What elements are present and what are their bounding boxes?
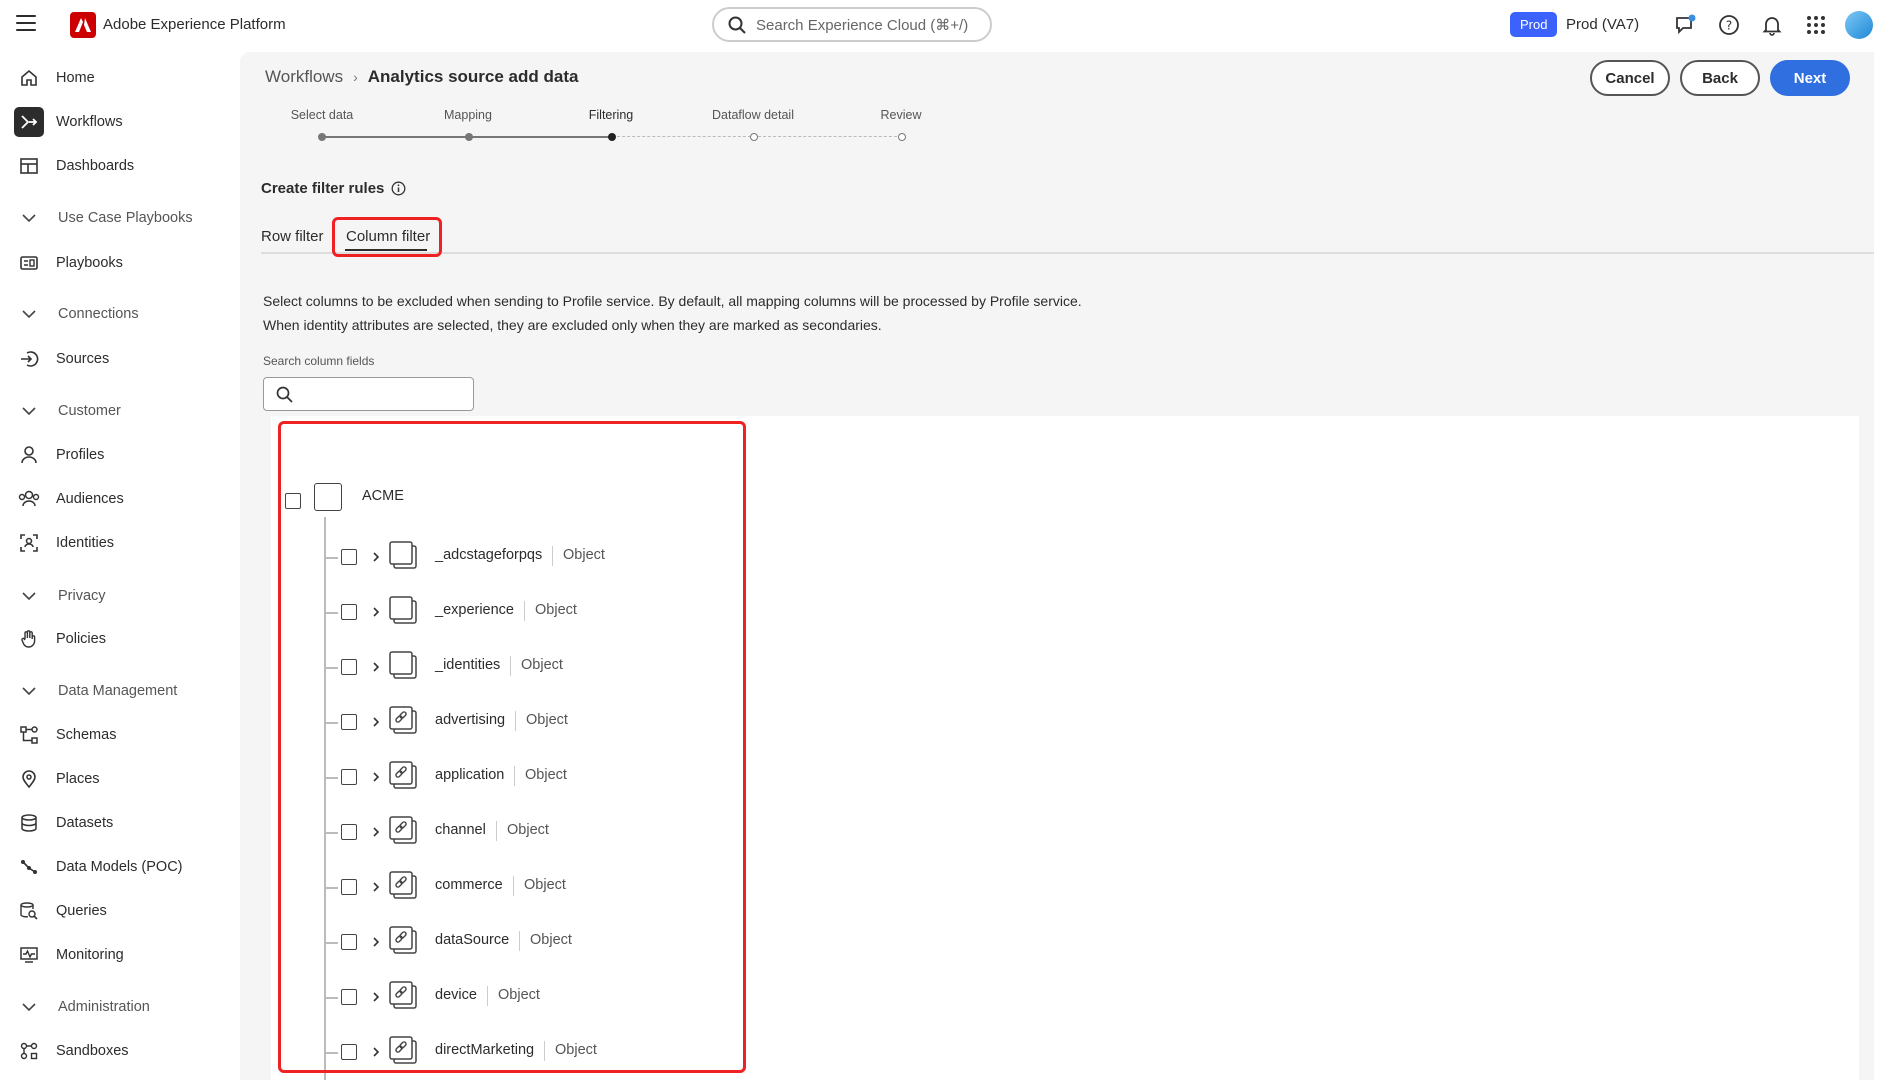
search-icon [276,386,293,403]
sidebar-item-data-models[interactable]: Data Models (POC) [10,849,230,885]
sidebar-item-monitoring[interactable]: Monitoring [10,937,230,973]
sidebar-section-customer[interactable]: Customer [10,396,230,426]
chevron-down-icon [14,309,44,319]
sidebar-item-sandboxes[interactable]: Sandboxes [10,1033,230,1069]
svg-text:?: ? [1726,19,1732,33]
sidebar-item-places[interactable]: Places [10,761,230,797]
hamburger-menu-icon[interactable] [16,15,36,33]
queries-icon [14,896,44,926]
help-icon[interactable]: ? [1716,12,1742,38]
sources-icon [14,344,44,374]
highlight-column-filter [332,217,442,257]
step-review: Review [880,108,922,122]
feedback-icon[interactable] [1672,12,1698,38]
search-column-fields-label: Search column fields [263,354,375,368]
breadcrumb: Workflows › Analytics source add data [265,67,578,87]
chevron-down-icon [14,686,44,696]
main-content: Workflows › Analytics source add data Ca… [240,52,1874,1080]
back-button[interactable]: Back [1680,60,1760,96]
step-select-data: Select data [290,108,354,122]
sidebar-section-data-management[interactable]: Data Management [10,676,230,706]
user-avatar[interactable] [1845,11,1873,39]
section-title: Create filter rules [261,180,406,197]
sidebar-item-profiles[interactable]: Profiles [10,437,230,473]
apps-grid-icon[interactable] [1803,12,1829,38]
cancel-button[interactable]: Cancel [1590,60,1670,96]
sidebar-section-privacy[interactable]: Privacy [10,581,230,611]
step-mapping: Mapping [444,108,492,122]
app-title[interactable]: Adobe Experience Platform [103,16,286,33]
environment-badge[interactable]: Prod [1510,12,1558,37]
chevron-down-icon [14,406,44,416]
sidebar-item-policies[interactable]: Policies [10,621,230,657]
chevron-down-icon [14,591,44,601]
step-dot-done [318,133,326,141]
chevron-down-icon [14,213,44,223]
notifications-bell-icon[interactable] [1759,12,1785,38]
sidebar-section-administration[interactable]: Administration [10,992,230,1022]
sidebar-item-audiences[interactable]: Audiences [10,481,230,517]
tab-row-filter[interactable]: Row filter [261,228,324,245]
step-dataflow-detail: Dataflow detail [712,108,794,122]
next-button[interactable]: Next [1770,60,1850,96]
hand-policies-icon [14,624,44,654]
identities-icon [14,528,44,558]
sidebar-item-identities[interactable]: Identities [10,525,230,561]
sandboxes-icon [14,1036,44,1066]
info-icon[interactable] [391,181,406,196]
monitoring-icon [14,940,44,970]
adobe-logo-icon[interactable] [70,12,96,38]
sidebar-section-use-case-playbooks[interactable]: Use Case Playbooks [10,203,230,233]
sidebar-item-playbooks[interactable]: Playbooks [10,245,230,281]
step-dot-todo [898,133,906,141]
sidebar-section-connections[interactable]: Connections [10,299,230,329]
profiles-icon [14,440,44,470]
home-icon [14,63,44,93]
search-placeholder: Search Experience Cloud (⌘+/) [756,16,969,34]
location-pin-icon [14,764,44,794]
filter-tabs: Row filter Column filter [261,214,1874,254]
sidebar-item-dashboards[interactable]: Dashboards [10,148,230,184]
search-icon [728,16,746,34]
search-column-fields-input[interactable] [263,377,474,411]
sidebar-item-sources[interactable]: Sources [10,341,230,377]
sidebar-item-queries[interactable]: Queries [10,893,230,929]
breadcrumb-workflows-link[interactable]: Workflows [265,67,343,87]
schemas-icon [14,720,44,750]
top-bar: Adobe Experience Platform Search Experie… [0,0,1885,50]
step-dot-current [608,133,616,141]
page-title: Analytics source add data [367,67,579,86]
workflow-stepper: Select data Mapping Filtering Dataflow d… [240,108,940,168]
chevron-right-icon: › [353,69,358,85]
step-filtering: Filtering [588,108,634,122]
chevron-down-icon [14,1002,44,1012]
workflows-icon [14,107,44,137]
sandbox-label[interactable]: Prod (VA7) [1566,16,1639,33]
database-icon [14,808,44,838]
sidebar-item-workflows[interactable]: Workflows [10,104,230,140]
data-models-icon [14,852,44,882]
highlight-column-tree [278,421,746,1073]
audiences-icon [14,484,44,514]
sidebar-nav: Home Workflows Dashboards Use Case Playb… [0,56,240,1080]
global-search-input[interactable]: Search Experience Cloud (⌘+/) [712,7,992,42]
playbooks-icon [14,248,44,278]
sidebar-item-home[interactable]: Home [10,60,230,96]
step-dot-todo [750,133,758,141]
step-dot-done [465,133,473,141]
sidebar-item-datasets[interactable]: Datasets [10,805,230,841]
sidebar-item-schemas[interactable]: Schemas [10,717,230,753]
dashboards-icon [14,151,44,181]
filter-description: Select columns to be excluded when sendi… [263,293,1082,333]
